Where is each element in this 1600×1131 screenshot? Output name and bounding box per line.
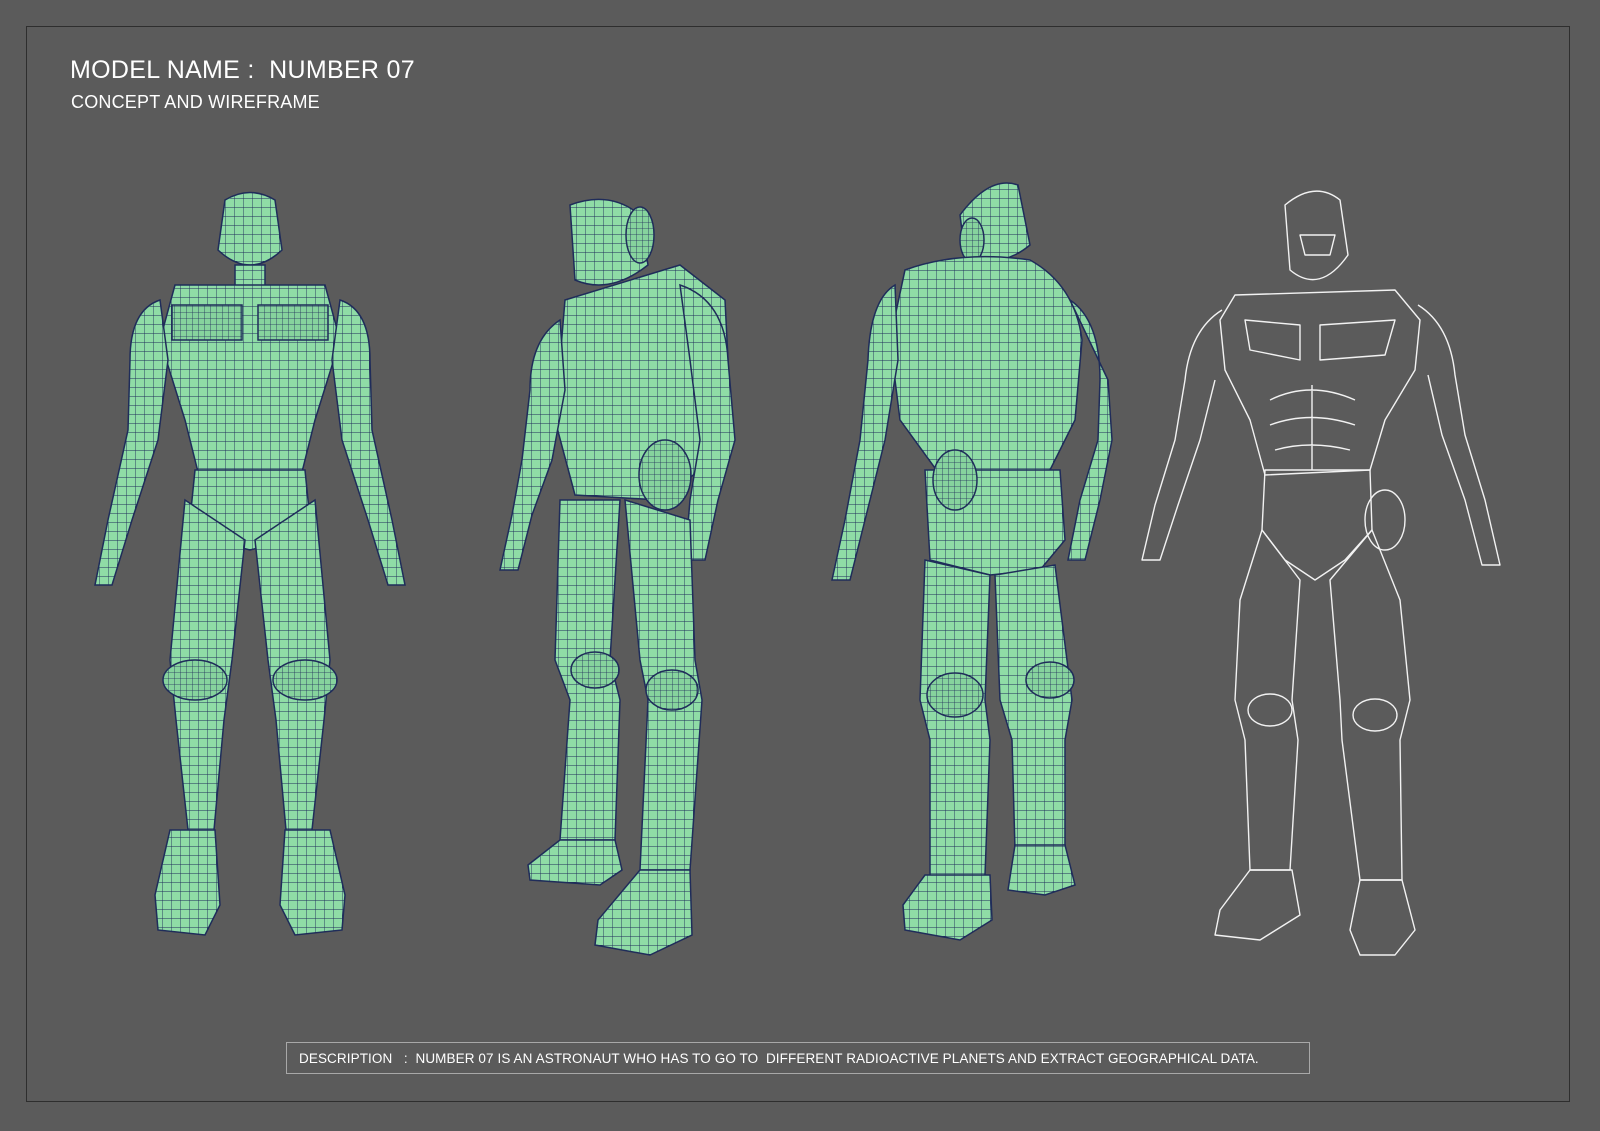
description-label: DESCRIPTION <box>299 1050 393 1066</box>
description-text: : NUMBER 07 IS AN ASTRONAUT WHO HAS TO G… <box>403 1050 1259 1066</box>
figures-canvas <box>94 182 1501 956</box>
three-quarter-front-model <box>499 198 736 956</box>
description-box: DESCRIPTION : NUMBER 07 IS AN ASTRONAUT … <box>286 1042 1310 1074</box>
three-quarter-back-model <box>831 182 1113 941</box>
front-view-model <box>94 191 406 936</box>
concept-sketch <box>1141 190 1501 956</box>
